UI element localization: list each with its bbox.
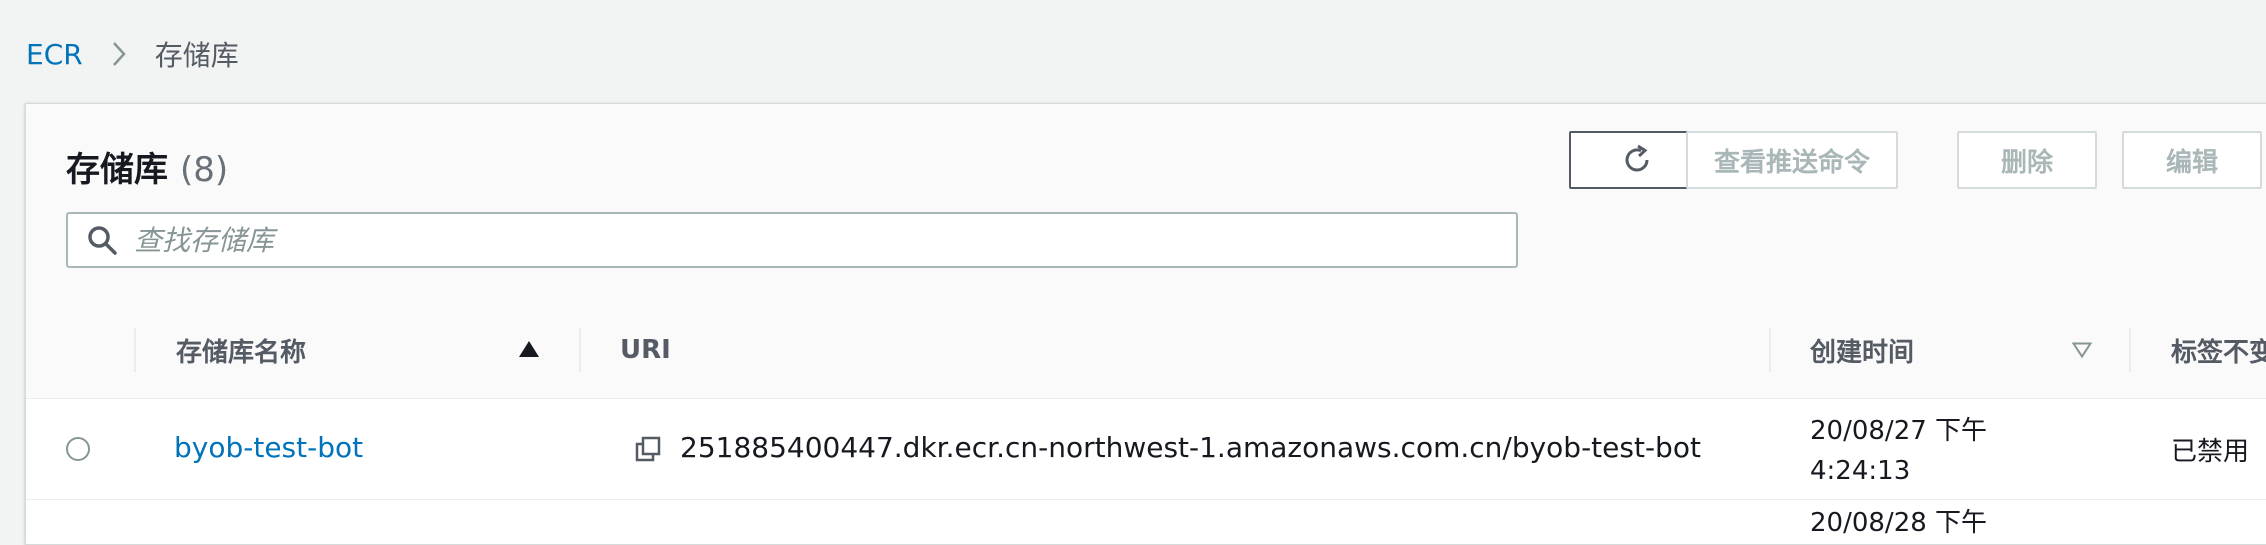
- column-divider: [579, 328, 581, 372]
- panel-title: 存储库 (8): [66, 142, 228, 191]
- delete-button[interactable]: 删除: [1957, 131, 2097, 189]
- column-header-tag-immutability[interactable]: 标签不变: [2171, 302, 2266, 398]
- column-divider: [2129, 328, 2131, 372]
- table-header: 存储库名称 URI 创建时间 标签不变: [26, 302, 2266, 399]
- sort-ascending-icon[interactable]: [518, 340, 540, 362]
- next-row-created-date: 20/08/28 下午: [1810, 508, 1988, 538]
- search-input[interactable]: [132, 222, 1516, 258]
- column-divider: [1769, 328, 1771, 372]
- chevron-right-icon: [111, 40, 127, 68]
- panel-title-text: 存储库: [66, 150, 168, 190]
- search-box[interactable]: [66, 212, 1518, 268]
- repository-name-link[interactable]: byob-test-bot: [174, 431, 363, 464]
- row-select-radio[interactable]: [66, 437, 90, 461]
- column-divider: [134, 328, 136, 372]
- created-time: 4:24:13: [1810, 456, 1911, 486]
- panel-header: 存储库 (8) 查看推送命令 删除 编辑: [26, 104, 2266, 303]
- refresh-icon: [1620, 143, 1654, 177]
- column-header-created[interactable]: 创建时间: [1810, 302, 1914, 398]
- created-date: 20/08/27 下午: [1810, 416, 1988, 446]
- edit-button[interactable]: 编辑: [2122, 131, 2262, 189]
- column-header-uri[interactable]: URI: [620, 302, 671, 398]
- search-icon: [86, 224, 118, 256]
- breadcrumb: ECR 存储库: [26, 34, 239, 74]
- repositories-panel: 存储库 (8) 查看推送命令 删除 编辑 存储库: [25, 103, 2266, 545]
- view-push-commands-button[interactable]: 查看推送命令: [1686, 131, 1898, 189]
- table-row[interactable]: byob-test-bot 251885400447.dkr.ecr.cn-no…: [26, 399, 2266, 500]
- breadcrumb-current: 存储库: [154, 39, 239, 72]
- sort-descending-icon[interactable]: [2071, 342, 2093, 362]
- copy-icon[interactable]: [634, 435, 662, 463]
- repository-count: (8): [180, 150, 229, 190]
- tag-immutability-status: 已禁用: [2171, 437, 2250, 467]
- column-header-name[interactable]: 存储库名称: [176, 302, 306, 398]
- created-at: 20/08/27 下午 4:24:13: [1810, 411, 1987, 491]
- repository-uri: 251885400447.dkr.ecr.cn-northwest-1.amaz…: [680, 431, 1701, 464]
- breadcrumb-ecr-link[interactable]: ECR: [26, 38, 83, 71]
- refresh-button[interactable]: [1569, 131, 1705, 189]
